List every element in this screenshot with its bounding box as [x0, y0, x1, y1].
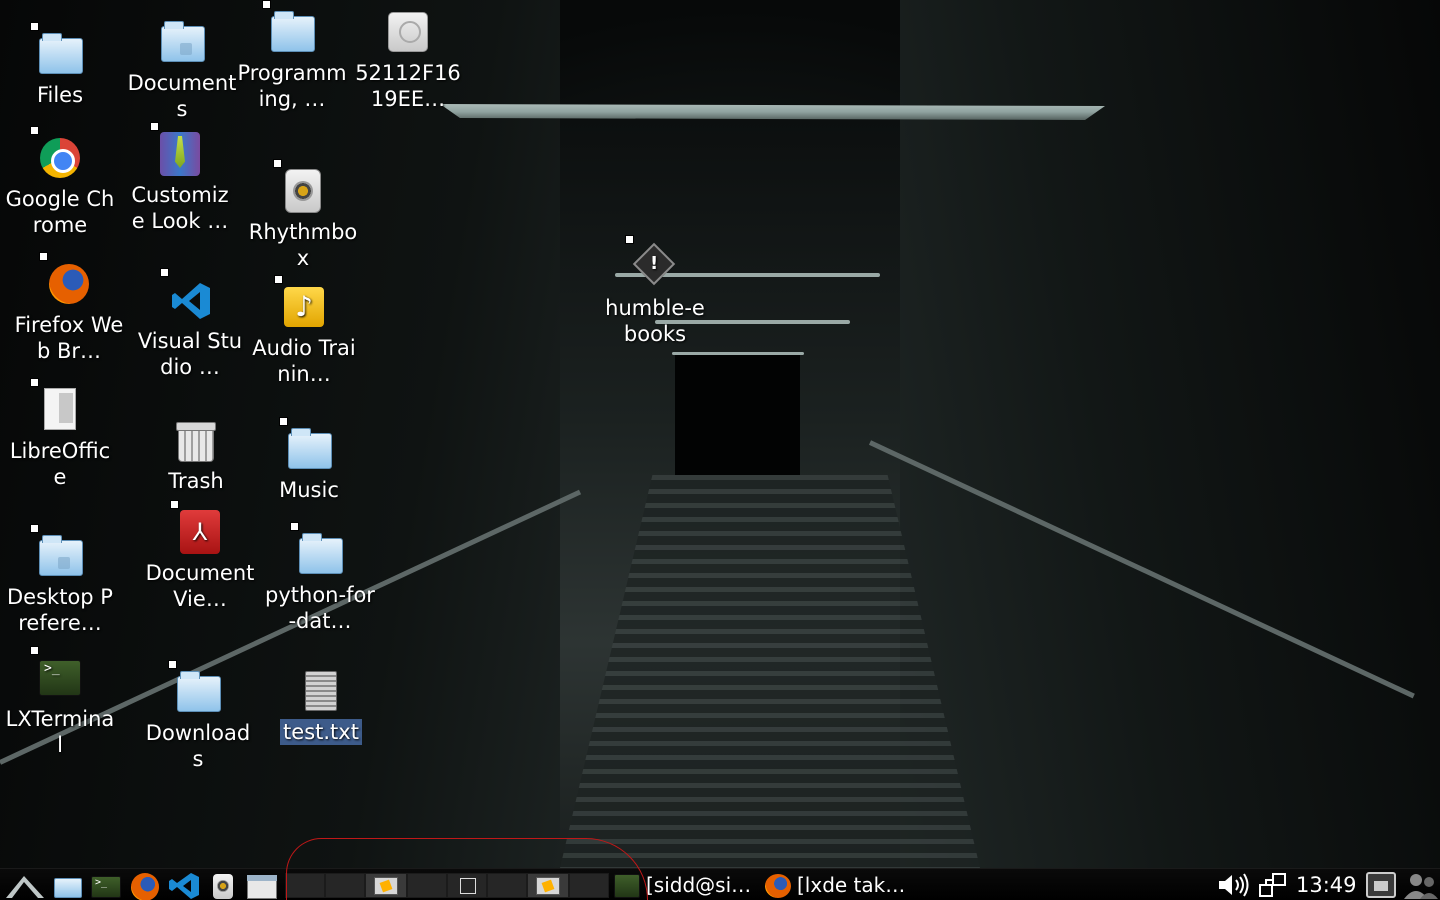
wallpaper-tunnel-end — [675, 355, 800, 475]
pdf-viewer-icon: ⅄ — [180, 510, 220, 554]
empty-window-icon — [460, 878, 476, 894]
network-icon[interactable] — [1256, 869, 1290, 900]
task-terminal[interactable]: [sidd@si… — [612, 871, 762, 900]
terminal-icon[interactable]: >_ — [90, 872, 122, 899]
desktop-pager-5[interactable] — [447, 873, 487, 898]
desktop-icon-libreoffice[interactable]: LibreOffice — [5, 378, 115, 490]
rhythmbox-icon[interactable] — [207, 872, 239, 899]
desktop-icon-lxterminal[interactable]: >_ LXTerminal — [5, 646, 115, 758]
terminal-icon: >_ — [39, 660, 81, 696]
taskbar: >_ [sidd@si… [lxde tak… 13:49 — [0, 868, 1440, 900]
trash-icon — [176, 418, 216, 462]
customize-look-icon — [160, 132, 200, 176]
music-note-icon: ♪ — [284, 287, 324, 327]
menu-icon[interactable] — [4, 872, 46, 899]
text-editor-icon — [536, 877, 560, 895]
firefox-icon — [765, 874, 791, 898]
desktop-icon-rhythmbox[interactable]: Rhythmbox — [248, 159, 358, 271]
user-icon[interactable] — [1402, 869, 1440, 900]
documents-folder-icon — [161, 21, 205, 62]
folder-icon — [39, 33, 83, 74]
desktop-icon-drive[interactable]: 52112F1619EE… — [353, 8, 463, 112]
programming-folder-icon — [271, 11, 315, 52]
desktop-icon-trash[interactable]: Trash — [141, 416, 251, 494]
desktop-preferences-icon — [39, 535, 83, 576]
desktop-icon-programming[interactable]: Programming, … — [237, 0, 347, 112]
task-terminal-label: [sidd@si… — [646, 873, 752, 897]
libreoffice-icon — [44, 388, 76, 430]
desktop-pager-8[interactable] — [569, 873, 609, 898]
firefox-icon — [49, 264, 89, 304]
desktop-pager-4[interactable] — [407, 873, 447, 898]
downloads-folder-icon — [177, 671, 221, 712]
rhythmbox-icon — [285, 169, 321, 213]
task-firefox-label: [lxde tak… — [797, 873, 906, 897]
desktop-icon-python-for-data[interactable]: python-for-dat… — [265, 522, 375, 634]
desktop-icon-visual-studio-code[interactable]: Visual Studio … — [135, 268, 245, 380]
desktop-pager-1[interactable] — [285, 873, 325, 898]
terminal-icon — [614, 874, 640, 898]
desktop-icon-firefox[interactable]: Firefox Web Br… — [14, 252, 124, 364]
desktop-pager-3[interactable] — [365, 873, 407, 898]
volume-icon[interactable] — [1216, 869, 1252, 900]
text-editor-icon — [374, 877, 398, 895]
firefox-icon[interactable] — [129, 872, 161, 900]
chrome-icon — [40, 138, 80, 178]
desktop-icon-customize-look[interactable]: Customize Look … — [125, 122, 235, 234]
file-manager-icon[interactable] — [52, 872, 84, 899]
text-file-icon — [305, 671, 337, 711]
wallpaper-right-wall — [900, 0, 1440, 868]
desktop-pager-7[interactable] — [527, 873, 569, 898]
vscode-icon — [172, 283, 210, 319]
clock[interactable]: 13:49 — [1296, 869, 1357, 900]
window-icon[interactable] — [246, 872, 278, 899]
desktop-icon-document-viewer[interactable]: ⅄ Document Vie… — [145, 500, 255, 612]
vscode-icon[interactable] — [168, 872, 200, 899]
desktop-pager-6[interactable] — [487, 873, 527, 898]
hard-drive-icon — [388, 12, 428, 52]
desktop-icon-test-txt[interactable]: test.txt — [266, 667, 376, 745]
desktop-icon-audio-training[interactable]: ♪ Audio Trainin… — [249, 275, 359, 387]
music-folder-icon — [288, 428, 332, 469]
desktop-icon-documents[interactable]: Documents — [127, 18, 237, 122]
desktop-icon-desktop-preferences[interactable]: Desktop Prefere… — [5, 524, 115, 636]
desktop-icon-humble-ebooks[interactable]: ! humble-ebooks — [600, 235, 710, 347]
screen-lock-icon[interactable] — [1364, 869, 1398, 900]
task-firefox[interactable]: [lxde tak… — [763, 871, 915, 900]
wallpaper-light-strip — [672, 352, 804, 355]
desktop-icon-files[interactable]: Files — [5, 22, 115, 108]
desktop-icon-downloads[interactable]: Downloads — [143, 660, 253, 772]
desktop-icon-google-chrome[interactable]: Google Chrome — [5, 126, 115, 238]
desktop-pager-2[interactable] — [325, 873, 365, 898]
python-folder-icon — [299, 533, 343, 574]
desktop-icon-music[interactable]: Music — [254, 417, 364, 503]
